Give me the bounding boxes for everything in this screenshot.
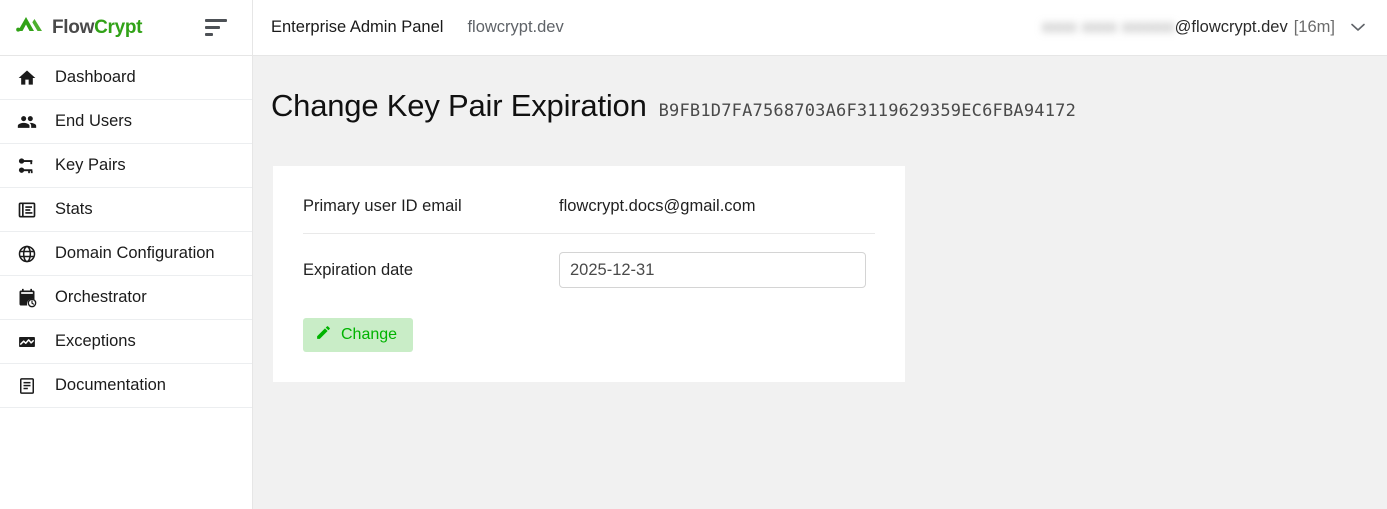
keys-icon <box>15 154 39 178</box>
domain-label[interactable]: flowcrypt.dev <box>467 18 563 37</box>
sidebar-item-label: Documentation <box>55 376 166 395</box>
sidebar-item-label: End Users <box>55 112 133 131</box>
brand-zone: FlowCrypt <box>0 0 253 55</box>
sidebar-item-label: Exceptions <box>55 332 136 351</box>
user-name-redacted: xxxx xxxx xxxxxx <box>1042 18 1175 36</box>
flowcrypt-logo[interactable]: FlowCrypt <box>16 15 143 40</box>
primary-email-value: flowcrypt.docs@gmail.com <box>559 197 756 215</box>
menu-line-2 <box>205 26 220 29</box>
sidebar-item-end-users[interactable]: End Users <box>0 100 252 144</box>
sidebar-item-label: Orchestrator <box>55 288 147 307</box>
logo-word-flow: Flow <box>52 17 95 38</box>
globe-icon <box>15 242 39 266</box>
user-menu[interactable]: xxxx xxxx xxxxxx @flowcrypt.dev [16m] <box>1042 18 1365 37</box>
sidebar-item-label: Key Pairs <box>55 156 126 175</box>
page-header: Change Key Pair Expiration B9FB1D7FA7568… <box>253 56 1387 124</box>
expiration-date-input[interactable] <box>559 252 866 288</box>
expiration-form-card: Primary user ID email flowcrypt.docs@gma… <box>273 166 905 382</box>
sidebar-item-orchestrator[interactable]: Orchestrator <box>0 276 252 320</box>
sidebar-item-label: Dashboard <box>55 68 136 87</box>
user-label: xxxx xxxx xxxxxx @flowcrypt.dev [16m] <box>1042 18 1335 37</box>
body-row: Dashboard End Users Key Pairs Stats Doma… <box>0 56 1387 509</box>
sidebar-item-stats[interactable]: Stats <box>0 188 252 232</box>
app-root: FlowCrypt Enterprise Admin Panel flowcry… <box>0 0 1387 509</box>
sidebar: Dashboard End Users Key Pairs Stats Doma… <box>0 56 253 509</box>
calendar-clock-icon <box>15 286 39 310</box>
breadcrumb: Enterprise Admin Panel flowcrypt.dev <box>271 18 564 37</box>
people-icon <box>15 110 39 134</box>
expiration-date-row: Expiration date <box>303 248 875 292</box>
logo-wordmark: FlowCrypt <box>52 17 143 38</box>
sidebar-item-label: Domain Configuration <box>55 244 215 263</box>
sort-lines-icon[interactable] <box>202 11 236 45</box>
page-title: Change Key Pair Expiration <box>271 88 647 123</box>
sidebar-item-dashboard[interactable]: Dashboard <box>0 56 252 100</box>
main-content: Change Key Pair Expiration B9FB1D7FA7568… <box>253 56 1387 509</box>
session-timer: [16m] <box>1293 18 1335 36</box>
sidebar-item-documentation[interactable]: Documentation <box>0 364 252 408</box>
sidebar-item-label: Stats <box>55 200 93 219</box>
pencil-icon <box>315 324 332 346</box>
key-fingerprint: B9FB1D7FA7568703A6F3119629359EC6FBA94172 <box>658 101 1077 121</box>
app-title[interactable]: Enterprise Admin Panel <box>271 18 443 37</box>
expiration-date-label: Expiration date <box>303 260 414 279</box>
sidebar-item-domain-configuration[interactable]: Domain Configuration <box>0 232 252 276</box>
chevron-down-icon[interactable] <box>1351 19 1365 37</box>
flowcrypt-mountain-logo-icon <box>16 15 46 40</box>
zigzag-image-icon <box>15 330 39 354</box>
change-button[interactable]: Change <box>303 318 414 352</box>
sidebar-item-key-pairs[interactable]: Key Pairs <box>0 144 252 188</box>
top-bar-main: Enterprise Admin Panel flowcrypt.dev xxx… <box>253 0 1387 55</box>
user-email-suffix: @flowcrypt.dev <box>1174 18 1288 36</box>
change-button-label: Change <box>341 326 398 343</box>
document-icon <box>15 374 39 398</box>
menu-line-1 <box>205 19 227 22</box>
primary-email-label: Primary user ID email <box>303 197 462 215</box>
home-icon <box>15 66 39 90</box>
top-bar: FlowCrypt Enterprise Admin Panel flowcry… <box>0 0 1387 56</box>
bar-chart-icon <box>15 198 39 222</box>
logo-word-crypt: Crypt <box>94 17 143 38</box>
menu-line-3 <box>205 33 213 36</box>
primary-email-row: Primary user ID email flowcrypt.docs@gma… <box>303 190 875 234</box>
sidebar-item-exceptions[interactable]: Exceptions <box>0 320 252 364</box>
